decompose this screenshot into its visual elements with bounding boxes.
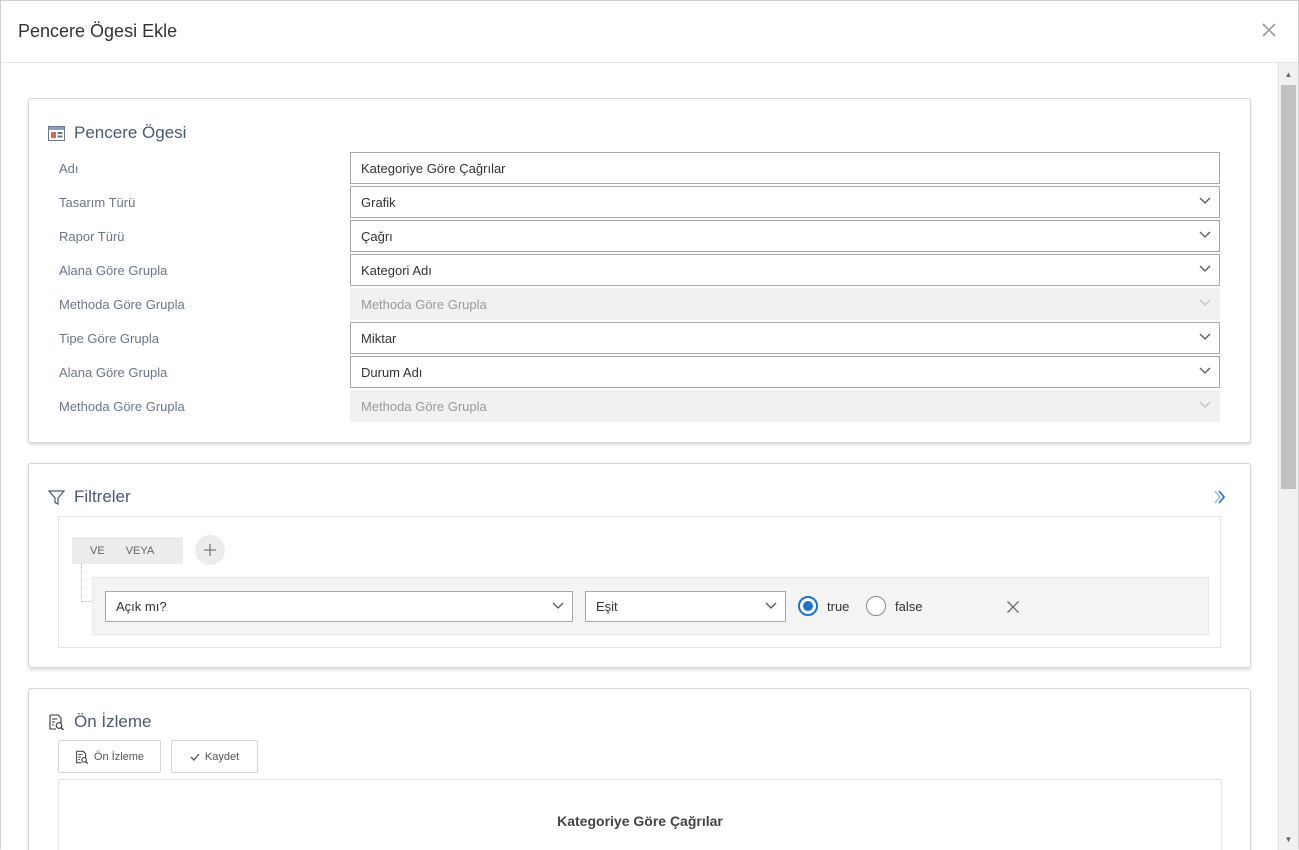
group-by-type-select[interactable]: Miktar [350, 322, 1220, 354]
radio-true[interactable]: true [798, 596, 849, 616]
chart-preview-title: Kategoriye Göre Çağrılar [557, 813, 723, 829]
check-icon [190, 753, 200, 761]
field-row-group-by-type: Tipe Göre Grupla Miktar [59, 322, 1221, 354]
field-row-group-by-method-2: Methoda Göre Grupla Methoda Göre Grupla [59, 390, 1221, 422]
radio-false[interactable]: false [866, 596, 922, 616]
vertical-scrollbar[interactable]: ▲ ▼ [1278, 63, 1298, 850]
group-by-field-2-select[interactable]: Durum Adı [350, 356, 1220, 388]
preview-document-icon [49, 714, 64, 730]
dialog-header: Pencere Ögesi Ekle [1, 1, 1298, 63]
field-label: Alana Göre Grupla [59, 263, 168, 278]
logic-toggle-group: VE VEYA [72, 537, 183, 564]
logic-and-button[interactable]: VE [90, 545, 105, 557]
save-button-label: Kaydet [204, 750, 240, 763]
dialog-body: Pencere Ögesi Adı Kategoriye Göre Çağrıl… [1, 63, 1279, 850]
chevron-down-icon [552, 602, 564, 609]
close-icon[interactable] [1260, 21, 1278, 39]
radio-unchecked-indicator [866, 596, 886, 616]
close-icon [1007, 601, 1019, 613]
logic-or-button[interactable]: VEYA [126, 545, 155, 557]
chevron-down-icon [1199, 401, 1211, 408]
chevron-down-icon [1199, 197, 1211, 204]
dialog-title: Pencere Ögesi Ekle [18, 21, 178, 41]
field-label: Tasarım Türü [59, 195, 136, 210]
group-by-method-2-placeholder: Methoda Göre Grupla [361, 398, 487, 414]
rule-connector [81, 564, 91, 602]
group-by-method-placeholder: Methoda Göre Grupla [361, 296, 487, 312]
rule-field-value: Açık mı? [116, 599, 167, 614]
design-type-value: Grafik [361, 194, 396, 210]
preview-panel-title-text: Ön İzleme [74, 712, 152, 731]
field-row-group-by-field: Alana Göre Grupla Kategori Adı [59, 254, 1221, 286]
design-type-select[interactable]: Grafik [350, 186, 1220, 218]
add-rule-button[interactable] [195, 535, 225, 565]
chevron-down-icon [1199, 231, 1211, 238]
chevron-down-icon [1199, 333, 1211, 340]
preview-button[interactable]: Ön İzleme [58, 740, 161, 773]
chevron-down-icon [765, 602, 777, 609]
chevron-down-icon [1199, 265, 1211, 272]
group-by-type-value: Miktar [361, 330, 397, 346]
scroll-up-arrow-icon[interactable]: ▲ [1279, 65, 1298, 83]
field-label: Methoda Göre Grupla [59, 399, 185, 414]
field-label: Tipe Göre Grupla [59, 331, 159, 346]
field-row-name: Adı Kategoriye Göre Çağrılar [59, 152, 1221, 184]
filters-panel-title: Filtreler [48, 487, 131, 507]
filters-panel-title-text: Filtreler [74, 487, 131, 506]
preview-panel: Ön İzleme Ön İzleme Kaydet Kategoriye Gö… [28, 688, 1251, 850]
rule-operator-value: Eşit [596, 599, 618, 614]
group-by-field-value: Kategori Adı [361, 262, 432, 278]
collapse-chevron-icon[interactable] [1212, 490, 1228, 504]
scrollbar-thumb[interactable] [1281, 85, 1296, 489]
field-row-report-type: Rapor Türü Çağrı [59, 220, 1221, 252]
widget-panel-title: Pencere Ögesi [48, 123, 186, 143]
radio-true-label: true [827, 598, 850, 614]
widget-panel: Pencere Ögesi Adı Kategoriye Göre Çağrıl… [28, 98, 1251, 443]
filter-builder: VE VEYA Açık mı? Eşit true false [58, 516, 1221, 648]
scroll-down-arrow-icon[interactable]: ▼ [1279, 830, 1298, 848]
rule-field-select[interactable]: Açık mı? [105, 591, 573, 622]
chart-preview-area: Kategoriye Göre Çağrılar [58, 779, 1222, 850]
field-row-group-by-field-2: Alana Göre Grupla Durum Adı [59, 356, 1221, 388]
radio-false-label: false [895, 598, 923, 614]
report-type-value: Çağrı [361, 228, 393, 244]
field-label: Rapor Türü [59, 229, 125, 244]
radio-checked-indicator [798, 596, 818, 616]
preview-panel-title: Ön İzleme [48, 712, 151, 732]
field-row-group-by-method: Methoda Göre Grupla Methoda Göre Grupla [59, 288, 1221, 320]
filter-icon [48, 489, 65, 505]
preview-document-icon [76, 750, 89, 764]
preview-button-label: Ön İzleme [93, 750, 145, 763]
rule-operator-select[interactable]: Eşit [585, 591, 786, 622]
filters-panel: Filtreler VE VEYA Açık mı? Eşit true fal… [28, 463, 1251, 668]
chevron-down-icon [1199, 367, 1211, 374]
name-input[interactable]: Kategoriye Göre Çağrılar [350, 152, 1220, 184]
save-button[interactable]: Kaydet [171, 740, 258, 773]
group-by-method-2-select: Methoda Göre Grupla [350, 390, 1220, 422]
plus-icon [204, 544, 216, 556]
chevron-down-icon [1199, 299, 1211, 306]
add-widget-dialog: Pencere Ögesi Ekle Pencere Ögesi Adı Kat… [0, 0, 1299, 850]
field-label: Methoda Göre Grupla [59, 297, 185, 312]
group-by-field-select[interactable]: Kategori Adı [350, 254, 1220, 286]
window-widget-icon [48, 125, 65, 141]
field-label: Adı [59, 161, 79, 176]
group-by-method-select: Methoda Göre Grupla [350, 288, 1220, 320]
group-by-field-2-value: Durum Adı [361, 364, 423, 380]
name-input-value: Kategoriye Göre Çağrılar [361, 160, 506, 176]
report-type-select[interactable]: Çağrı [350, 220, 1220, 252]
widget-panel-title-text: Pencere Ögesi [74, 123, 187, 142]
field-row-design-type: Tasarım Türü Grafik [59, 186, 1221, 218]
delete-rule-button[interactable] [999, 593, 1027, 621]
filter-rule-row: Açık mı? Eşit true false [92, 577, 1209, 635]
field-label: Alana Göre Grupla [59, 365, 168, 380]
